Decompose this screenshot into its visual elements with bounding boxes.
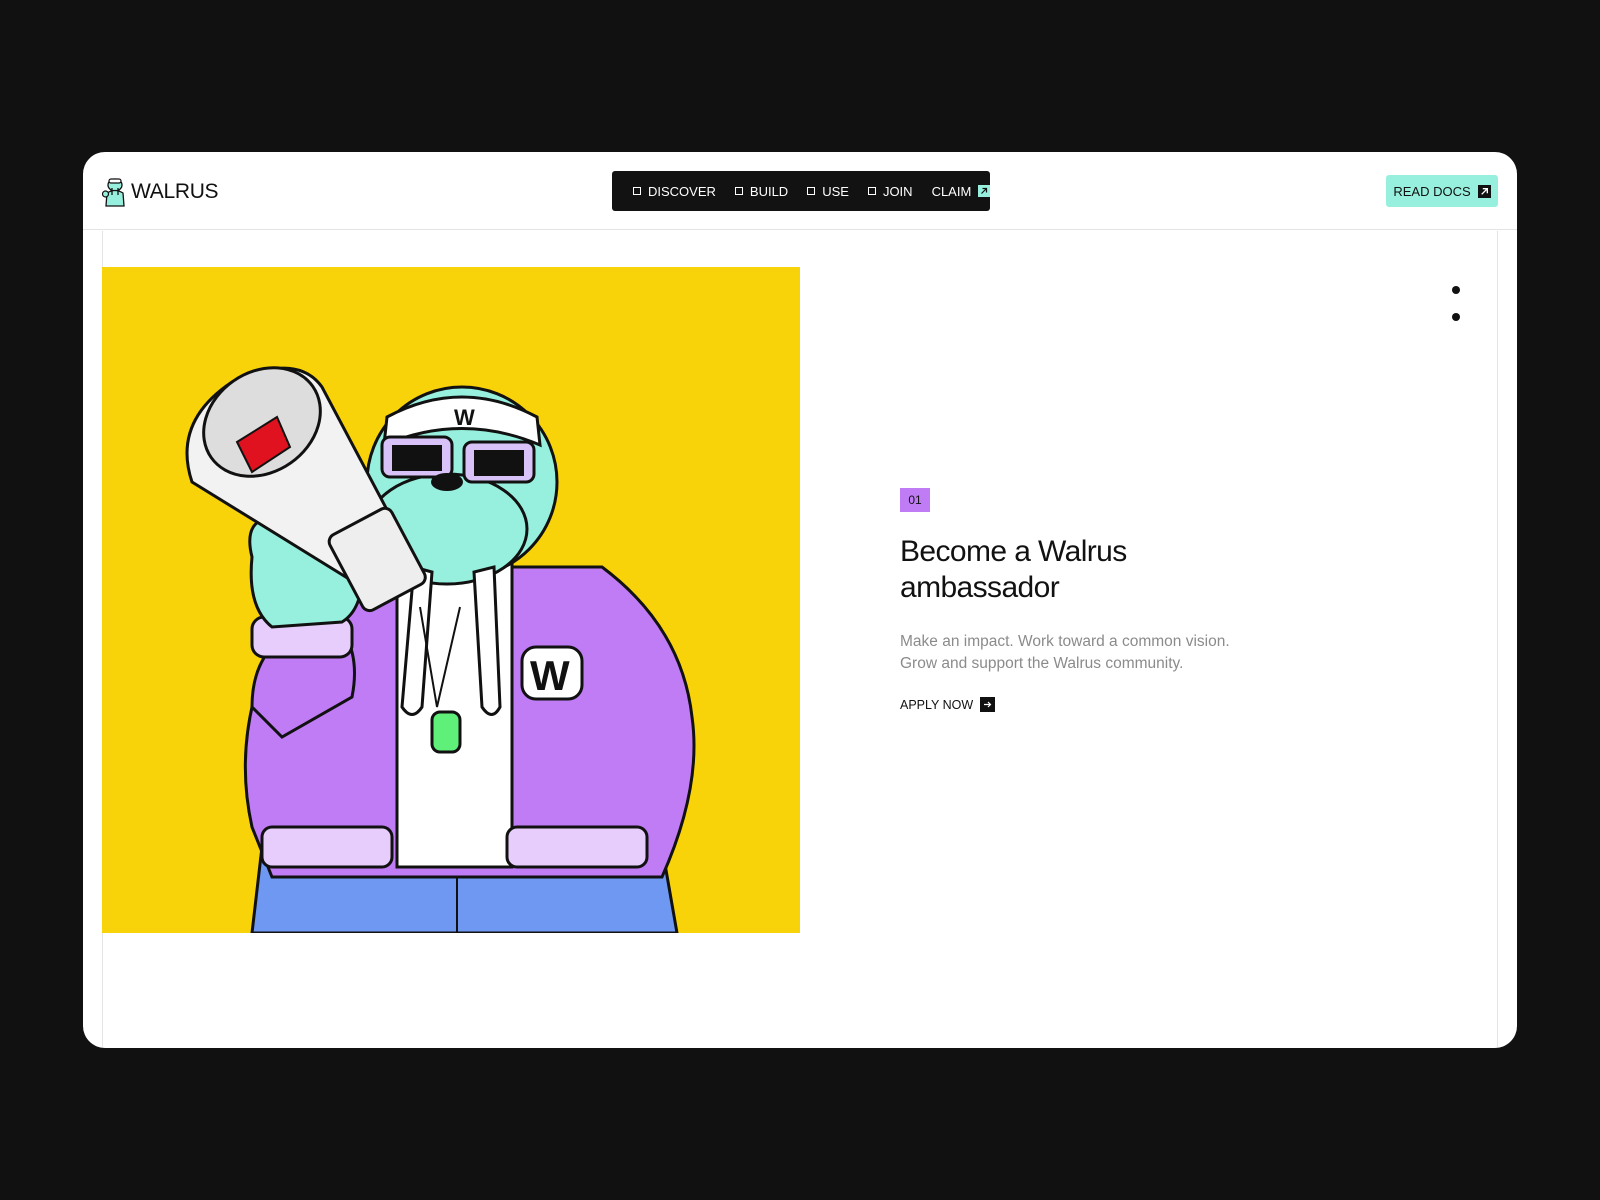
walrus-ambassador-illustration: W W xyxy=(102,267,800,933)
square-icon xyxy=(867,187,876,195)
heading-line: Become a Walrus xyxy=(900,535,1127,568)
page-card: WALRUS DISCOVER BUILD USE JOIN CLAIM REA… xyxy=(83,152,1517,1048)
heading-line: ambassador xyxy=(900,571,1060,604)
external-arrow-icon xyxy=(1477,184,1491,198)
site-header: WALRUS DISCOVER BUILD USE JOIN CLAIM REA… xyxy=(83,152,1517,230)
nav-item-label: DISCOVER xyxy=(648,183,716,199)
slide-pager xyxy=(1450,286,1462,326)
nav-item-claim[interactable]: CLAIM xyxy=(932,184,991,199)
read-docs-label: READ DOCS xyxy=(1393,183,1471,199)
svg-text:W: W xyxy=(454,405,475,430)
slide-number-badge: 01 xyxy=(900,488,930,512)
apply-now-label: APPLY NOW xyxy=(900,697,974,712)
svg-text:W: W xyxy=(530,652,570,699)
frame-divider xyxy=(1497,231,1498,1048)
apply-now-link[interactable]: APPLY NOW xyxy=(900,697,996,712)
nav-item-label: JOIN xyxy=(882,183,913,199)
square-icon xyxy=(734,187,743,195)
logo[interactable]: WALRUS xyxy=(102,174,219,210)
description-line: Grow and support the Walrus community. xyxy=(900,655,1184,672)
nav-item-use[interactable]: USE xyxy=(807,184,849,199)
arrow-right-icon xyxy=(980,697,996,712)
slide-description: Make an impact. Work toward a common vis… xyxy=(900,631,1320,675)
slide-heading: Become a Walrus ambassador xyxy=(900,534,1320,606)
square-icon xyxy=(633,187,641,195)
pager-dot[interactable] xyxy=(1452,313,1460,321)
walrus-mascot-icon xyxy=(102,178,125,207)
main-nav: DISCOVER BUILD USE JOIN CLAIM xyxy=(612,171,991,211)
square-icon xyxy=(807,187,816,195)
description-line: Make an impact. Work toward a common vis… xyxy=(900,633,1230,650)
nav-item-join[interactable]: JOIN xyxy=(867,183,913,199)
nav-item-discover[interactable]: DISCOVER xyxy=(633,184,716,199)
nav-item-label: BUILD xyxy=(749,183,789,199)
external-arrow-icon xyxy=(978,185,991,197)
nav-item-label: CLAIM xyxy=(931,183,972,199)
read-docs-button[interactable]: READ DOCS xyxy=(1386,175,1498,207)
logo-text: WALRUS xyxy=(131,180,219,203)
nav-item-build[interactable]: BUILD xyxy=(734,183,789,199)
nav-item-label: USE xyxy=(822,183,849,199)
pager-dot[interactable] xyxy=(1452,286,1460,294)
